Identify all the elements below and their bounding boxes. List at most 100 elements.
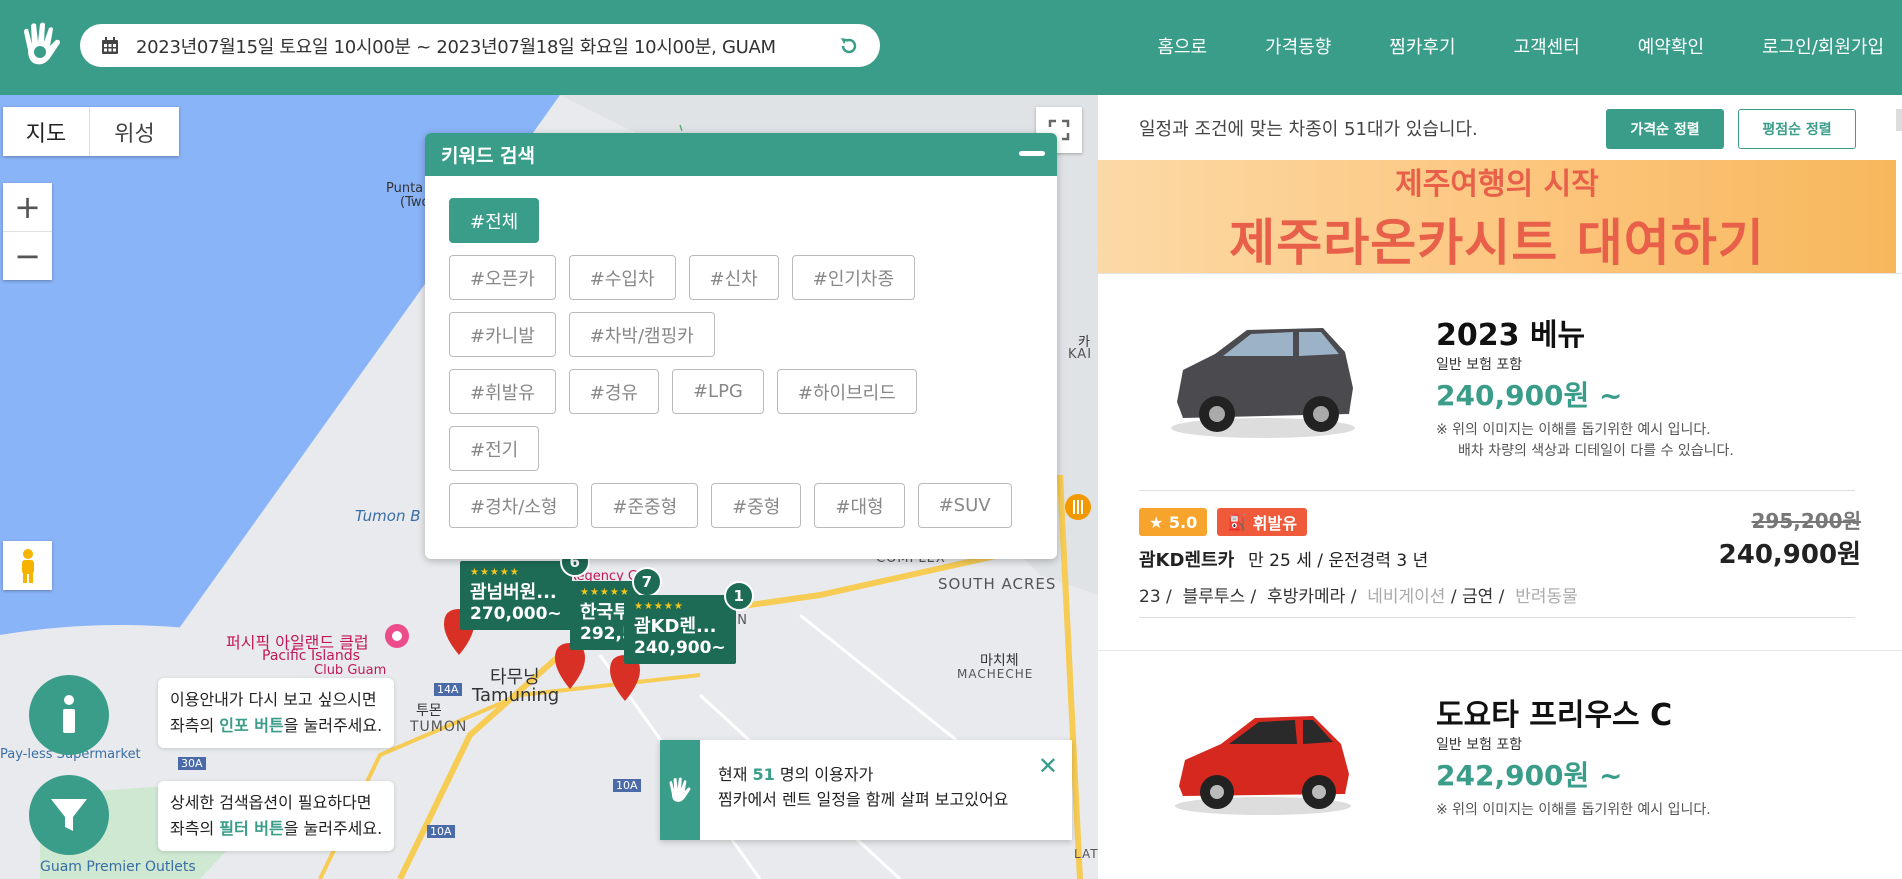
route-30a: 30A	[178, 757, 206, 770]
refresh-icon[interactable]	[838, 35, 860, 57]
car-name: 2023 베뉴	[1436, 318, 1586, 353]
toast-line1: 현재 51 명의 이용자가	[718, 762, 1008, 787]
results-count: 일정과 조건에 맞는 차종이 51대가 있습니다.	[1139, 118, 1478, 140]
nav-support[interactable]: 고객센터	[1514, 33, 1580, 59]
keyword-tag[interactable]: #신차	[688, 255, 779, 300]
keyword-tag[interactable]: #오픈카	[449, 255, 556, 300]
keyword-tag[interactable]: #전체	[449, 198, 540, 243]
close-icon[interactable]: ✕	[1038, 752, 1058, 780]
filter-help-bubble: 상세한 검색옵션이 필요하다면 좌측의 필터 버튼을 눌러주세요.	[158, 781, 395, 851]
nav-login[interactable]: 로그인/회원가입	[1762, 33, 1884, 59]
hand-logo-icon[interactable]	[20, 20, 64, 68]
keyword-search-header: 키워드 검색	[425, 133, 1057, 176]
keyword-tag[interactable]: #차박/캠핑카	[568, 312, 715, 357]
map-label-pacific-en2: Club Guam	[314, 663, 387, 678]
car-image-venue	[1171, 328, 1355, 438]
divider	[1139, 617, 1855, 618]
car-name: 도요타 프리우스 C	[1436, 698, 1673, 733]
nav-reviews[interactable]: 찜카후기	[1389, 33, 1455, 59]
info-help-line2: 좌측의 인포 버튼을 눌러주세요.	[170, 713, 382, 739]
opt-navigation: 네비게이션	[1367, 587, 1446, 607]
star-icon: ★	[1149, 512, 1169, 532]
map-label-punta: Punta	[386, 181, 424, 196]
marker-name: 괌KD렌...	[634, 616, 717, 637]
keyword-tag[interactable]: #경유	[568, 369, 659, 414]
keyword-tag[interactable]: #SUV	[917, 483, 1012, 528]
sort-by-rating-button[interactable]: 평점순 정렬	[1738, 109, 1856, 149]
fuel-type: 휘발유	[1252, 514, 1297, 533]
rating-value: 5.0	[1168, 512, 1198, 532]
keyword-tag[interactable]: #인기차종	[791, 255, 916, 300]
map-type-satellite[interactable]: 위성	[89, 107, 179, 156]
marker-rentcar-1[interactable]: ★★★★★ 괌넘버원... 270,000~ 6	[460, 547, 590, 630]
zoom-control: + −	[3, 183, 52, 280]
keyword-tag[interactable]: #하이브리드	[776, 369, 917, 414]
keyword-tag[interactable]: #전기	[449, 426, 540, 471]
street-view-button[interactable]	[3, 541, 52, 590]
restaurant-icon	[1065, 494, 1091, 520]
nav-reservation[interactable]: 예약확인	[1638, 33, 1704, 59]
map-label-tumon-bay: Tumon B	[355, 507, 421, 525]
keyword-search-title: 키워드 검색	[441, 145, 536, 167]
route-10a: 10A	[613, 779, 641, 792]
toast-pre: 현재	[718, 765, 753, 784]
keyword-tag[interactable]: #중형	[711, 483, 802, 528]
rental-company: 괌KD렌트카 만 25 세 / 운전경력 3 년	[1139, 546, 1578, 572]
map-label-pacific-en1: Pacific Islands	[262, 648, 360, 664]
info-button[interactable]	[29, 675, 109, 755]
info-help-pre: 좌측의	[170, 716, 220, 735]
zoom-in-button[interactable]: +	[3, 183, 52, 231]
zoom-out-button[interactable]: −	[3, 231, 52, 279]
divider	[1139, 490, 1855, 491]
promo-banner[interactable]: 제주여행의 시작 제주라온카시트 대여하기	[1098, 160, 1896, 273]
keyword-row: #경차/소형 #준중형 #중형 #대형 #SUV	[449, 483, 1033, 528]
keyword-row: #카니발 #차박/캠핑카	[449, 312, 1033, 357]
info-icon	[63, 695, 75, 733]
results-panel: 일정과 조건에 맞는 차종이 51대가 있습니다. 가격순 정렬 평점순 정렬 …	[1098, 95, 1902, 879]
fuel-pump-icon: ⛽	[1227, 512, 1253, 532]
sort-by-price-button[interactable]: 가격순 정렬	[1606, 109, 1724, 149]
pegman-icon	[21, 548, 34, 583]
header: 2023년07월15일 토요일 10시00분 ~ 2023년07월18일 화요일…	[0, 0, 1902, 95]
car-card[interactable]: 2023 베뉴 일반 보험 포함 240,900원 ~ ※ 위의 이미지는 이해…	[1139, 310, 1855, 460]
car-price-summary: 295,200원 240,900원	[1719, 505, 1861, 571]
minimize-icon[interactable]	[1019, 151, 1045, 156]
car-note: ※ 위의 이미지는 이해를 돕기위한 예시 입니다.	[1436, 800, 1711, 821]
keyword-tag[interactable]: #경차/소형	[449, 483, 579, 528]
keyword-tag[interactable]: #대형	[814, 483, 905, 528]
filter-icon	[51, 799, 87, 831]
map-type-map[interactable]: 지도	[3, 107, 89, 156]
original-price: 295,200원	[1751, 509, 1862, 533]
calendar-icon	[102, 36, 118, 54]
filter-button[interactable]	[29, 775, 109, 855]
car-note-line1: ※ 위의 이미지는 이해를 돕기위한 예시 입니다.	[1436, 422, 1711, 438]
map-label-tumon-kr: 투몬	[416, 703, 442, 719]
rating-badge: ★ 5.0	[1139, 508, 1208, 536]
car-insurance: 일반 보험 포함	[1436, 357, 1523, 373]
marker-rentcar-3[interactable]: ★★★★★ 괌KD렌... 240,900~ 1	[624, 581, 754, 664]
car-info: 도요타 프리우스 C 일반 보험 포함 242,900원 ~ ※ 위의 이미지는…	[1436, 690, 1711, 821]
keyword-tag[interactable]: #카니발	[449, 312, 556, 357]
keyword-tag[interactable]: #준중형	[591, 483, 699, 528]
car-image-prius-c	[1175, 716, 1351, 815]
map-label-tumon-en: TUMON	[410, 719, 468, 735]
marker-stars: ★★★★★	[470, 567, 520, 578]
car-note: ※ 위의 이미지는 이해를 돕기위한 예시 입니다. 배차 차량의 색상과 디테…	[1436, 420, 1734, 462]
car-note-line1: ※ 위의 이미지는 이해를 돕기위한 예시 입니다.	[1436, 802, 1711, 818]
car-meta: ★ 5.0 ⛽ 휘발유 괌KD렌트카 만 25 세 / 운전경력 3 년 23 / …	[1139, 508, 1578, 607]
car-note-line2: 배차 차량의 색상과 디테일이 다를 수 있습니다.	[1458, 443, 1734, 459]
opt-year: 23 /	[1139, 587, 1172, 607]
rental-conditions: 만 25 세 / 운전경력 3 년	[1248, 551, 1429, 571]
car-price: 240,900원 ~	[1436, 379, 1623, 412]
car-card[interactable]: 도요타 프리우스 C 일반 보험 포함 242,900원 ~ ※ 위의 이미지는…	[1139, 690, 1855, 840]
keyword-tag[interactable]: #LPG	[671, 369, 764, 414]
nav-home[interactable]: 홈으로	[1157, 33, 1207, 59]
keyword-row: #전체	[449, 198, 1033, 243]
keyword-tag[interactable]: #휘발유	[449, 369, 556, 414]
scrollbar[interactable]	[1896, 109, 1902, 131]
date-range-field[interactable]: 2023년07월15일 토요일 10시00분 ~ 2023년07월18일 화요일…	[80, 24, 880, 67]
keyword-tag[interactable]: #수입차	[568, 255, 676, 300]
nav-price-trend[interactable]: 가격동향	[1265, 33, 1331, 59]
toast-message: 현재 51 명의 이용자가 찜카에서 렌트 일정을 함께 살펴 보고있어요	[700, 740, 1026, 840]
map-label-south-acres: SOUTH ACRES	[938, 575, 1057, 593]
